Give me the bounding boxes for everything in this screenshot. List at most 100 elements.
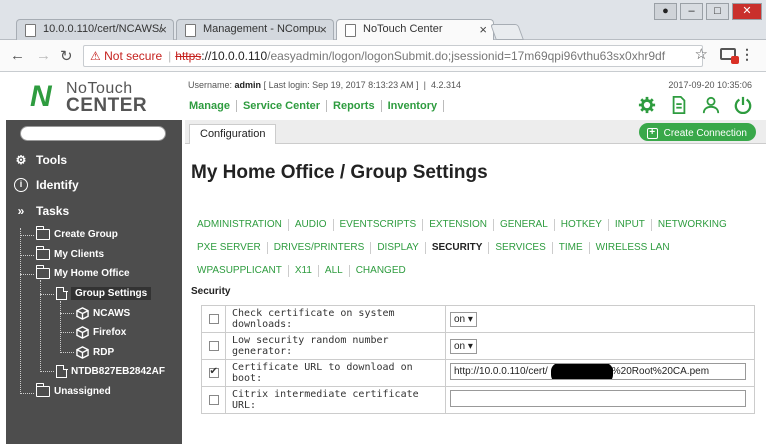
reload-icon[interactable]: ↻ <box>60 47 73 65</box>
page-icon <box>25 24 36 37</box>
category-pxe-server[interactable]: PXE SERVER <box>191 241 268 254</box>
tree-ncaws[interactable]: NCAWS <box>76 307 130 320</box>
category-services[interactable]: SERVICES <box>489 241 553 254</box>
category-wireless-lan[interactable]: WIRELESS LAN <box>590 242 676 254</box>
category-administration[interactable]: ADMINISTRATION <box>191 218 289 231</box>
setting-checkbox[interactable] <box>208 366 219 379</box>
setting-label: Certificate URL to download on boot: <box>225 359 446 387</box>
dropdown-arrow-icon: ▾ <box>467 313 473 325</box>
setting-checkbox[interactable] <box>208 395 219 406</box>
sidebar-search-input[interactable] <box>20 126 166 141</box>
page-icon <box>185 24 196 37</box>
header-actions <box>638 96 752 114</box>
create-connection-button[interactable]: + Create Connection <box>638 123 756 141</box>
browser-tabstrip: 10.0.0.110/cert/NCAWS/ × Management - NC… <box>0 0 766 42</box>
user-icon[interactable] <box>702 96 720 114</box>
tree-firefox[interactable]: Firefox <box>76 326 126 339</box>
close-icon[interactable]: × <box>319 22 327 37</box>
setting-checkbox[interactable] <box>208 314 219 325</box>
tree-create-group[interactable]: Create Group <box>35 226 118 240</box>
document-icon <box>56 286 68 300</box>
url-path: /easyadmin/logon/logonSubmit.do;jsession… <box>267 49 666 63</box>
sidebar-item-identify[interactable]: i Identify <box>14 178 79 192</box>
tree-my-home-office[interactable]: My Home Office <box>35 265 130 279</box>
url-input[interactable]: ⚠ Not secure | https://10.0.0.110/easyadmi… <box>83 45 703 67</box>
new-tab-button[interactable] <box>490 24 524 40</box>
browser-tab-management[interactable]: Management - NCompu × <box>176 19 334 41</box>
folder-icon <box>35 246 50 260</box>
cube-icon <box>76 307 89 320</box>
category-hotkey[interactable]: HOTKEY <box>555 218 609 231</box>
cube-icon <box>76 326 89 339</box>
category-networking[interactable]: NETWORKING <box>652 219 733 231</box>
tree-unassigned[interactable]: Unassigned <box>35 383 111 397</box>
category-wpasupplicant[interactable]: WPASUPPLICANT <box>191 264 289 277</box>
username: admin <box>234 80 262 90</box>
setting-select[interactable]: on ▾ <box>450 338 477 354</box>
power-icon[interactable] <box>734 96 752 114</box>
address-bar-row: ← → ↻ ⚠ Not secure | https://10.0.0.110/ea… <box>0 40 766 72</box>
sidebar-item-tools[interactable]: ⚙ Tools <box>14 153 68 167</box>
top-navigation: Manage Service Center Reports Inventory <box>189 100 450 112</box>
security-settings-table: Check certificate on system downloads: o… <box>201 305 755 414</box>
dropdown-arrow-icon: ▾ <box>467 340 473 352</box>
setting-label: Check certificate on system downloads: <box>225 305 446 333</box>
tree-ntdb-device[interactable]: NTDB827EB2842AF <box>56 364 165 378</box>
tree-rdp[interactable]: RDP <box>76 346 114 359</box>
profile-icon[interactable]: ● <box>654 3 677 20</box>
nav-service-center[interactable]: Service Center <box>243 100 328 112</box>
category-all[interactable]: ALL <box>319 264 350 277</box>
nav-inventory[interactable]: Inventory <box>388 100 445 112</box>
forward-arrow-icon[interactable]: → <box>36 47 51 64</box>
close-icon[interactable]: × <box>159 22 167 37</box>
category-x11[interactable]: X11 <box>289 264 319 277</box>
notouch-logo: N NoTouch CENTER <box>30 80 148 116</box>
category-security[interactable]: SECURITY <box>426 241 490 254</box>
extension-icon[interactable] <box>720 48 739 64</box>
category-eventscripts[interactable]: EVENTSCRIPTS <box>334 218 424 231</box>
tree-group-settings[interactable]: Group Settings <box>56 286 152 300</box>
bookmark-star-icon[interactable]: ☆ <box>695 45 708 63</box>
user-info: Username: admin [ Last login: Sep 19, 20… <box>188 80 462 90</box>
category-changed[interactable]: CHANGED <box>350 265 412 277</box>
category-input[interactable]: INPUT <box>609 218 652 231</box>
category-drives-printers[interactable]: DRIVES/PRINTERS <box>268 241 372 254</box>
cube-icon <box>76 346 89 359</box>
tab-configuration[interactable]: Configuration <box>189 124 277 144</box>
settings-gear-icon[interactable] <box>638 96 656 114</box>
sidebar-item-tasks[interactable]: » Tasks <box>14 204 69 218</box>
setting-checkbox[interactable] <box>208 341 219 352</box>
folder-icon <box>35 383 50 397</box>
category-time[interactable]: TIME <box>553 241 590 254</box>
back-arrow-icon[interactable]: ← <box>10 47 25 64</box>
maximize-button[interactable]: □ <box>706 3 729 20</box>
tree-my-clients[interactable]: My Clients <box>35 246 104 260</box>
browser-tab-notouch[interactable]: NoTouch Center × <box>336 19 494 42</box>
tab-title: Management - NCompu <box>203 23 321 35</box>
tab-title: NoTouch Center <box>363 23 443 35</box>
category-extension[interactable]: EXTENSION <box>423 218 494 231</box>
sidebar: ⚙ Tools i Identify » Tasks Create Group My … <box>6 120 182 444</box>
citrix-url-input[interactable] <box>450 390 746 407</box>
certificate-url-input[interactable]: http://10.0.0.110/cert/%20Root%20CA.pem <box>450 363 746 380</box>
setting-select[interactable]: on ▾ <box>450 311 477 327</box>
browser-menu-icon[interactable]: ⋮ <box>740 46 754 63</box>
nav-reports[interactable]: Reports <box>333 100 382 112</box>
table-row: Citrix intermediate certificate URL: <box>201 386 755 414</box>
minimize-button[interactable]: – <box>680 3 703 20</box>
category-audio[interactable]: AUDIO <box>289 218 334 231</box>
document-icon[interactable] <box>670 96 688 114</box>
redaction-mark <box>551 364 613 379</box>
tasks-chevrons-icon: » <box>17 204 25 218</box>
table-row: Low security random number generator: on… <box>201 332 755 360</box>
category-general[interactable]: GENERAL <box>494 218 555 231</box>
window-close-button[interactable]: ✕ <box>732 3 762 20</box>
category-display[interactable]: DISPLAY <box>371 241 426 254</box>
close-icon[interactable]: × <box>479 22 487 37</box>
setting-label: Low security random number generator: <box>225 332 446 360</box>
nav-manage[interactable]: Manage <box>189 100 237 112</box>
document-icon <box>56 364 68 378</box>
page-icon <box>345 24 356 37</box>
folder-icon <box>35 226 50 240</box>
browser-tab-cert[interactable]: 10.0.0.110/cert/NCAWS/ × <box>16 19 174 41</box>
